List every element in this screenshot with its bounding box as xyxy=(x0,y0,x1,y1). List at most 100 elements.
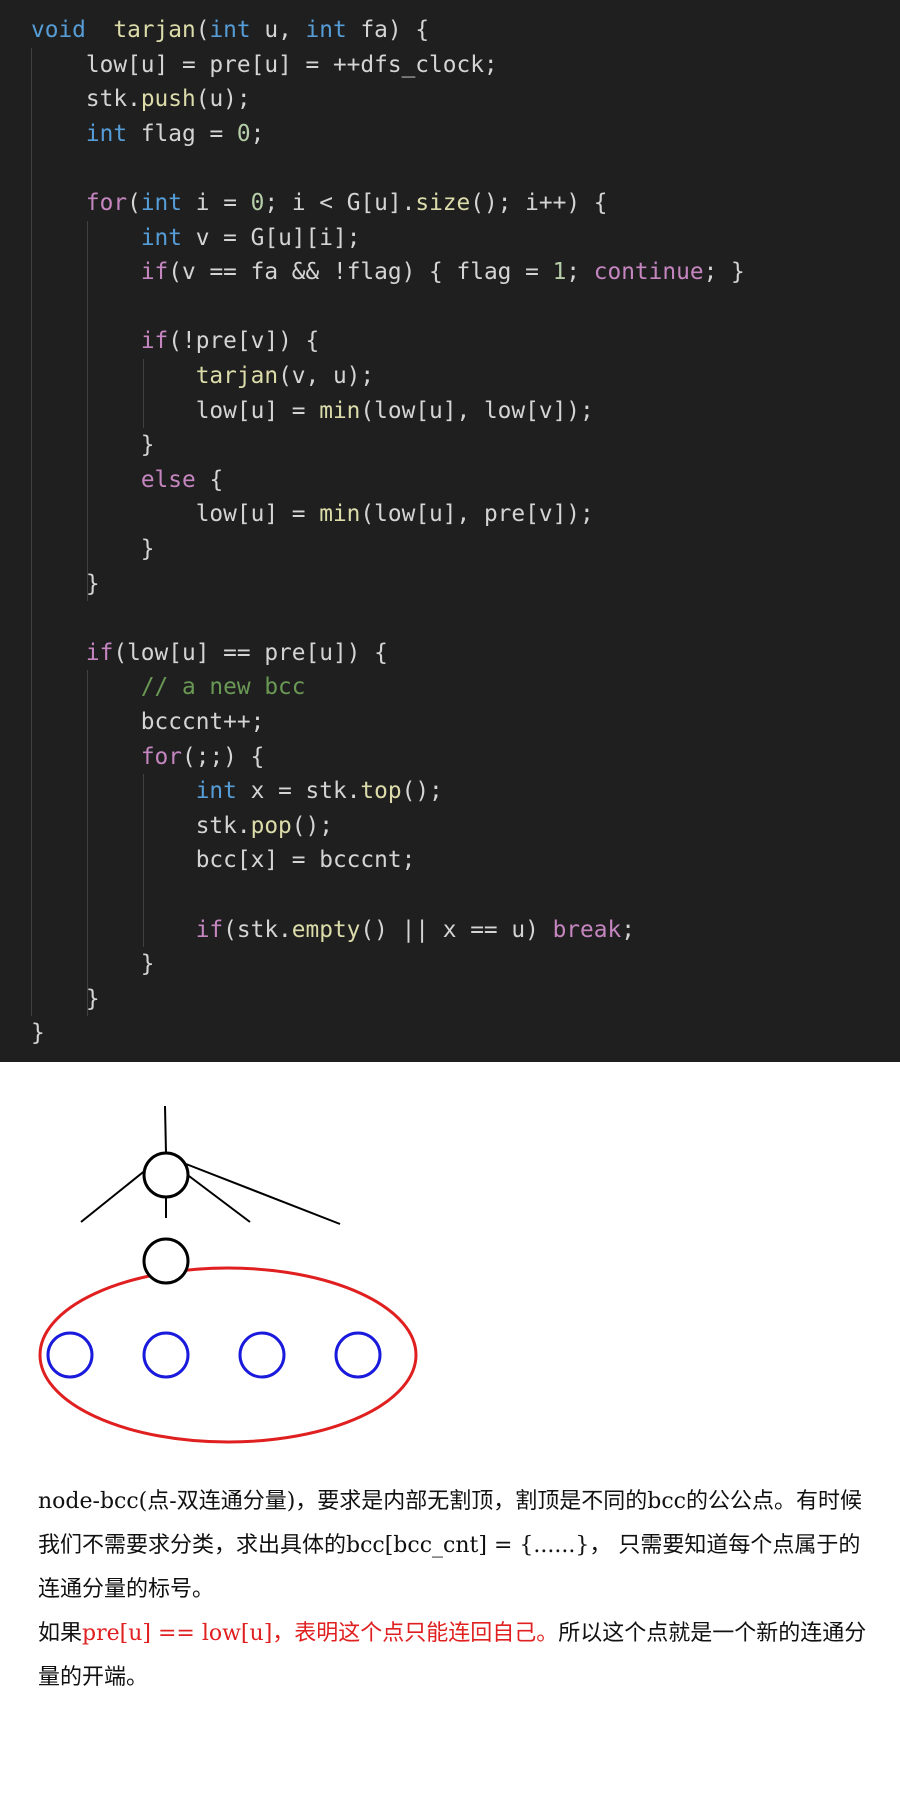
code-token: tarjan xyxy=(195,363,279,389)
code-token: () || x == u) xyxy=(360,916,553,943)
indent-guide xyxy=(87,220,88,602)
code-token: if xyxy=(195,916,224,943)
code-line: } xyxy=(31,567,100,601)
node-child-2 xyxy=(142,1331,190,1379)
code-token: int xyxy=(209,17,251,43)
paragraph-1: node-bcc(点-双连通分量)，要求是内部无割顶，割顶是不同的bcc的公公点… xyxy=(38,1489,863,1602)
code-token: (stk. xyxy=(223,916,292,943)
code-token: bcccnt++; xyxy=(31,709,265,735)
code-token: ; xyxy=(566,259,594,286)
node-child-1 xyxy=(46,1331,94,1379)
code-line: for(int i = 0; i < G[u].size(); i++) { xyxy=(31,186,608,220)
code-token: break xyxy=(552,916,622,943)
code-token: u, xyxy=(250,17,306,43)
code-token: int xyxy=(195,778,237,805)
code-line: stk.pop(); xyxy=(31,809,333,843)
code-token: if xyxy=(85,639,114,666)
code-token: } xyxy=(31,432,155,459)
edge-child-3 xyxy=(180,1169,251,1223)
code-line: int flag = 0; xyxy=(31,117,264,151)
code-token: void xyxy=(31,17,86,43)
code-line: } xyxy=(31,1016,45,1050)
code-line: if(stk.empty() || x == u) break; xyxy=(31,913,635,947)
code-token: (low[u], pre[v]); xyxy=(360,501,594,528)
code-token: tarjan xyxy=(113,17,196,43)
code-token: if xyxy=(140,259,169,286)
code-line: low[u] = min(low[u], pre[v]); xyxy=(31,497,594,531)
code-token: 0 xyxy=(236,120,251,147)
code-line: // a new bcc xyxy=(31,670,306,704)
code-line: } xyxy=(31,532,155,566)
code-token: // a new bcc xyxy=(140,674,306,701)
code-token: (!pre[v]) { xyxy=(168,328,320,355)
code-token: int xyxy=(85,120,128,147)
code-token: x = stk. xyxy=(236,778,361,805)
code-line: int v = G[u][i]; xyxy=(31,221,361,255)
node-root xyxy=(142,1151,190,1199)
code-token: else xyxy=(140,466,196,493)
code-line: } xyxy=(31,982,100,1016)
edge-top xyxy=(164,1105,167,1154)
code-token: (v, u); xyxy=(278,363,375,389)
code-token: 1 xyxy=(552,259,567,286)
code-token: size xyxy=(415,190,471,216)
code-line: if(v == fa && !flag) { flag = 1; continu… xyxy=(31,255,745,289)
code-token: ; } xyxy=(703,259,745,286)
code-token: ( xyxy=(127,190,141,216)
code-token: stk. xyxy=(31,812,251,839)
code-token: } xyxy=(31,536,155,562)
code-token: pop xyxy=(250,812,292,839)
code-token: int xyxy=(140,224,182,251)
code-token: 0 xyxy=(250,190,265,216)
code-token: top xyxy=(360,778,402,805)
code-token: (); xyxy=(291,812,333,839)
code-token: { xyxy=(195,466,224,493)
code-token: (v == fa && !flag) { flag = xyxy=(168,259,553,286)
p2-prefix: 如果 xyxy=(38,1621,83,1646)
code-token: for xyxy=(85,190,128,216)
code-line: low[u] = min(low[u], low[v]); xyxy=(31,394,594,428)
code-token: empty xyxy=(291,916,361,943)
code-token: ( xyxy=(195,17,210,43)
indent-guide xyxy=(143,359,144,429)
code-token: ; i < G[u]. xyxy=(264,190,416,216)
bcc-diagram xyxy=(38,1105,418,1444)
diagram-edges xyxy=(80,1105,341,1225)
code-line: for(;;) { xyxy=(31,740,265,774)
indent-guide xyxy=(87,670,88,1017)
code-token: (u); xyxy=(195,86,251,113)
code-token: (;;) { xyxy=(182,743,265,770)
code-token: (low[u] == pre[u]) { xyxy=(113,639,388,666)
edge-child-4 xyxy=(185,1163,341,1225)
code-token: continue xyxy=(593,259,704,286)
code-line: int x = stk.top(); xyxy=(31,774,443,808)
explanation-text: node-bcc(点-双连通分量)，要求是内部无割顶，割顶是不同的bcc的公公点… xyxy=(38,1480,868,1700)
code-line: stk.push(u); xyxy=(31,82,251,116)
code-token: ; xyxy=(621,916,635,943)
code-line: tarjan(v, u); xyxy=(31,359,374,393)
code-token: } xyxy=(31,985,100,1012)
code-token: if xyxy=(140,328,169,355)
code-line: low[u] = pre[u] = ++dfs_clock; xyxy=(31,48,498,82)
code-token: low[u] = pre[u] = ++dfs_clock; xyxy=(31,51,498,78)
code-block: void tarjan(int u, int fa) { low[u] = pr… xyxy=(0,0,900,1062)
code-token: push xyxy=(140,86,196,113)
code-line: bcccnt++; xyxy=(31,705,265,739)
indent-guide xyxy=(143,774,144,948)
node-cut-vertex xyxy=(142,1237,190,1285)
code-token: low[u] = xyxy=(31,397,320,424)
code-token: ; xyxy=(250,120,265,147)
code-token: i = xyxy=(182,190,251,216)
code-token: flag = xyxy=(127,120,237,147)
code-token: fa) { xyxy=(346,17,430,43)
code-token: low[u] = xyxy=(31,501,320,528)
